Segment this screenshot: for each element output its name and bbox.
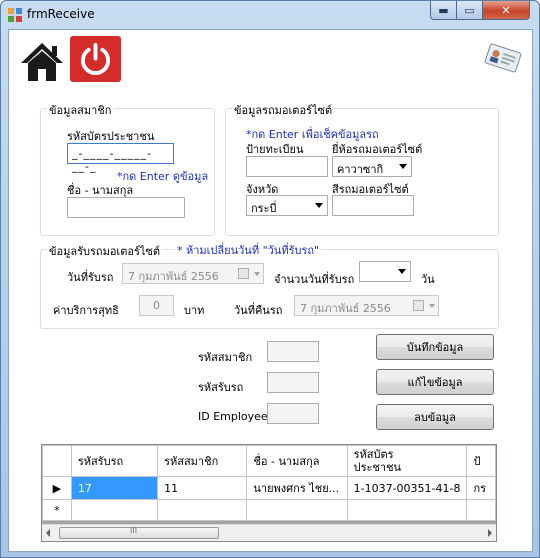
col-receive-id[interactable]: รหัสรับรถ xyxy=(70,445,159,477)
calendar-icon xyxy=(413,300,424,311)
maximize-button[interactable]: ▭ xyxy=(456,1,483,20)
cell-receive-id[interactable]: 17 xyxy=(70,476,159,500)
minimize-button[interactable]: ▬ xyxy=(430,1,457,20)
brand-select[interactable]: คาวาซากิ xyxy=(332,156,412,177)
close-button[interactable]: ✕ xyxy=(482,1,530,20)
power-button[interactable] xyxy=(70,36,121,82)
member-group-legend: ข้อมูลสมาชิก xyxy=(47,101,114,119)
col-name[interactable]: ชื่อ - นามสกุล xyxy=(246,445,348,477)
scroll-thumb[interactable]: III xyxy=(59,526,219,539)
return-date-value: 7 กุมภาพันธ์ 2556 xyxy=(300,302,391,315)
horizontal-scrollbar[interactable]: III xyxy=(42,524,496,541)
member-id-label: รหัสสมาชิก xyxy=(198,351,253,364)
window-title: frmReceive xyxy=(27,7,95,21)
receive-group-legend: ข้อมูลรับรถมอเตอร์ไซต์ xyxy=(47,242,162,260)
home-icon[interactable] xyxy=(19,41,65,83)
receive-date-label: วันที่รับรถ xyxy=(67,271,114,284)
table-row[interactable]: ▶ 17 11 นายพงศกร ไชย... 1-1037-00351-41-… xyxy=(42,476,496,500)
return-date-picker[interactable]: 7 กุมภาพันธ์ 2556 xyxy=(294,295,439,316)
calendar-icon xyxy=(238,268,249,279)
member-id-input[interactable] xyxy=(267,341,319,362)
form-client-area: ข้อมูลสมาชิก รหัสบัตรประชาชน _-____-____… xyxy=(8,29,533,552)
receive-date-value: 7 กุมภาพันธ์ 2556 xyxy=(128,270,219,283)
scroll-right-icon[interactable] xyxy=(488,529,492,537)
grid-header-row: รหัสรับรถ รหัสสมาชิก ชื่อ - นามสกุล รหัส… xyxy=(42,445,496,477)
delete-button[interactable]: ลบข้อมูล xyxy=(376,404,494,430)
days-select[interactable] xyxy=(359,261,411,282)
cell-member-id[interactable]: 11 xyxy=(157,476,248,500)
employee-id-label: ID Employee xyxy=(198,410,268,423)
save-button[interactable]: บันทึกข้อมูล xyxy=(376,334,494,360)
name-input[interactable] xyxy=(67,197,185,218)
power-icon xyxy=(80,42,111,75)
color-input[interactable] xyxy=(332,195,414,216)
receive-data-grid[interactable]: รหัสรับรถ รหัสสมาชิก ชื่อ - นามสกุล รหัส… xyxy=(41,444,497,542)
receive-id-input[interactable] xyxy=(267,372,319,393)
scroll-left-icon[interactable] xyxy=(46,529,50,537)
chevron-down-icon xyxy=(254,272,260,276)
receive-hint: * ห้ามเปลี่ยนวันที่ "วันที่รับรถ" xyxy=(175,241,322,259)
chevron-down-icon xyxy=(399,164,407,169)
cell-name[interactable] xyxy=(246,499,348,521)
days-unit: วัน xyxy=(421,273,435,286)
id-card-input[interactable]: _-____-_____-__-_ xyxy=(67,143,174,173)
scroll-grip: III xyxy=(130,526,138,535)
service-label: ค่าบริการสุทธิ xyxy=(53,304,119,317)
cell-id-card[interactable] xyxy=(346,499,468,521)
member-group: ข้อมูลสมาชิก รหัสบัตรประชาชน _-____-____… xyxy=(40,101,215,236)
table-row[interactable]: * xyxy=(42,499,496,521)
receive-group: ข้อมูลรับรถมอเตอร์ไซต์ * ห้ามเปลี่ยนวันท… xyxy=(40,241,499,329)
grid-corner xyxy=(42,445,72,477)
cell-receive-id[interactable] xyxy=(70,499,159,521)
col-more[interactable]: ป้ xyxy=(466,445,496,477)
title-bar[interactable]: frmReceive ▬ ▭ ✕ xyxy=(1,1,539,29)
receive-date-picker[interactable]: 7 กุมภาพันธ์ 2556 xyxy=(122,263,264,284)
province-value: กระบี่ xyxy=(251,202,277,215)
id-card-icon[interactable] xyxy=(483,42,523,74)
plate-input[interactable] xyxy=(246,156,328,177)
chevron-down-icon xyxy=(315,203,323,208)
baht-label: บาท xyxy=(184,304,205,317)
cell-member-id[interactable] xyxy=(157,499,248,521)
edit-button[interactable]: แก้ไขข้อมูล xyxy=(376,369,494,395)
motorcycle-group: ข้อมูลรถมอเตอร์ไซต์ *กด Enter เพื่อเช็คข… xyxy=(225,101,499,236)
chevron-down-icon xyxy=(429,304,435,308)
cell-id-card[interactable]: 1-1037-00351-41-8 xyxy=(346,476,468,500)
cell-name[interactable]: นายพงศกร ไชย... xyxy=(246,476,348,500)
service-input[interactable]: 0 xyxy=(139,295,174,316)
cell-more[interactable]: กร xyxy=(466,476,496,500)
col-member-id[interactable]: รหัสสมาชิก xyxy=(157,445,248,477)
employee-id-input[interactable] xyxy=(267,403,319,424)
motorcycle-group-legend: ข้อมูลรถมอเตอร์ไซต์ xyxy=(232,101,335,119)
chevron-down-icon xyxy=(398,269,406,274)
row-marker: ▶ xyxy=(42,476,72,500)
brand-value: คาวาซากิ xyxy=(337,163,384,176)
return-date-label: วันที่คืนรถ xyxy=(234,304,283,317)
receive-id-label: รหัสรับรถ xyxy=(198,381,244,394)
days-label: จำนวนวันที่รับรถ xyxy=(274,273,355,286)
app-icon xyxy=(8,8,22,22)
cell-more[interactable] xyxy=(466,499,496,521)
app-window: frmReceive ▬ ▭ ✕ ข้อมูลสมาชิก รหัสบัตรปร… xyxy=(0,0,540,558)
new-row-marker: * xyxy=(42,499,72,521)
col-id-card[interactable]: รหัสบัตร ประชาชน xyxy=(346,445,468,477)
province-select[interactable]: กระบี่ xyxy=(246,195,328,216)
